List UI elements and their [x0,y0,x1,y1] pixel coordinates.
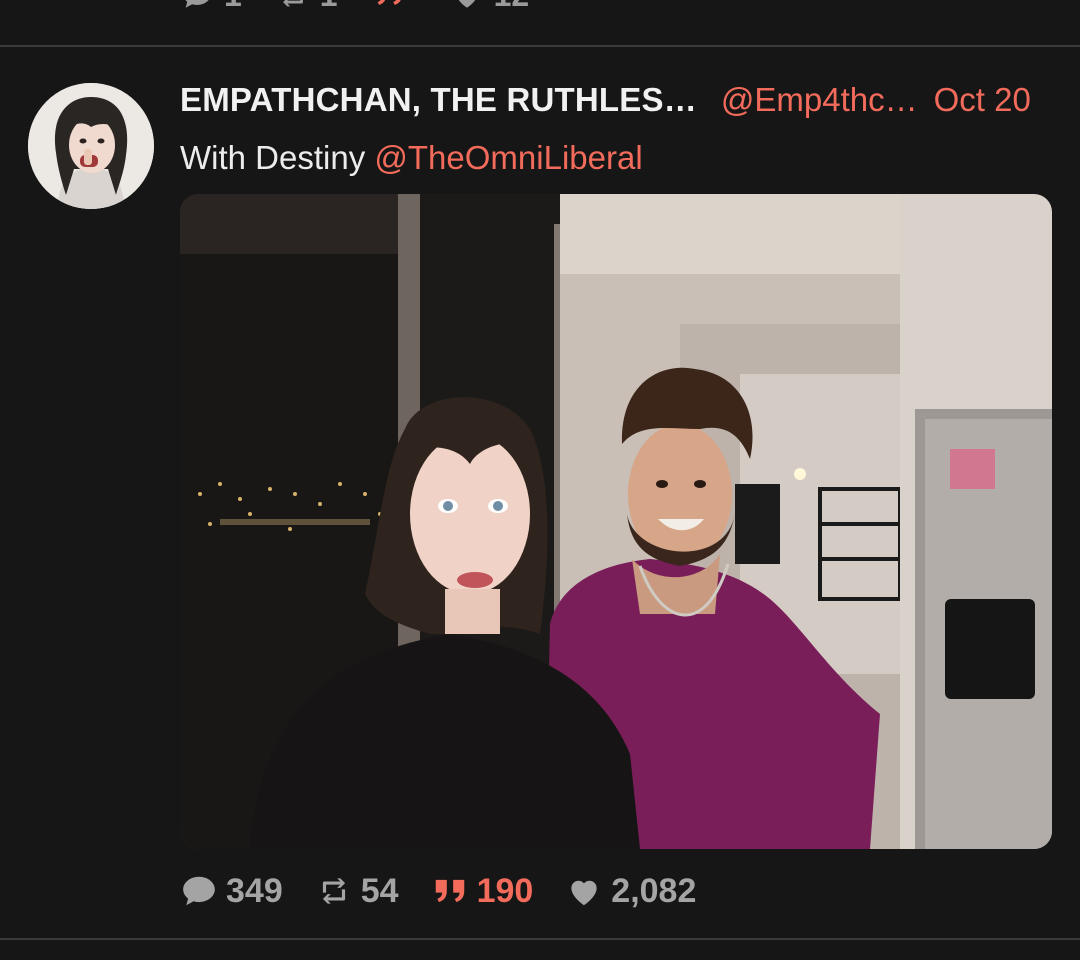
tweet-text: With Destiny @TheOmniLiberal [180,139,643,177]
like-icon [571,880,597,906]
tweet-stats: 349 54 190 2,082 [180,869,728,913]
like-stat[interactable]: 2,082 [565,872,696,911]
photo-image [180,194,1052,849]
tweet-date[interactable]: Oct 20 [934,81,1031,119]
reply-count: 349 [226,871,283,910]
like-count: 2,082 [611,871,697,910]
retweet-icon [322,878,345,904]
prev-like-stat[interactable]: 12 [450,0,530,14]
tweet-header: EMPATHCHAN, THE RUTHLES… @Emp4thc… Oct 2… [180,81,1052,121]
retweet-stat[interactable]: 54 [315,872,399,911]
like-icon [458,0,475,8]
reply-stat[interactable]: 349 [180,872,283,911]
prev-retweet-count: 1 [320,0,338,14]
mention-link[interactable]: @TheOmniLiberal [374,139,642,176]
user-handle[interactable]: @Emp4thc… [721,81,918,119]
tweet-photo[interactable] [180,194,1052,849]
quote-stat[interactable]: 190 [431,871,534,911]
previous-tweet-stats: 1 1 12 [180,0,563,14]
reply-icon [183,876,215,906]
prev-reply-count: 1 [224,0,242,14]
display-name[interactable]: EMPATHCHAN, THE RUTHLES… [180,81,697,119]
prev-retweet-stat[interactable]: 1 [276,0,338,14]
quote-count: 190 [476,871,534,910]
retweet-icon [282,0,303,7]
avatar[interactable] [28,83,154,209]
quote-icon [435,879,464,903]
avatar-image [28,83,154,209]
retweet-count: 54 [360,871,399,910]
quote-icon [377,0,401,5]
prev-like-count: 12 [494,0,530,14]
prev-reply-stat[interactable]: 1 [180,0,242,14]
tweet[interactable]: EMPATHCHAN, THE RUTHLES… @Emp4thc… Oct 2… [0,47,1080,937]
tweet-divider-bottom [0,938,1080,940]
prev-quote-stat[interactable] [372,0,416,12]
reply-icon [185,0,209,8]
tweet-body: With Destiny [180,139,366,176]
